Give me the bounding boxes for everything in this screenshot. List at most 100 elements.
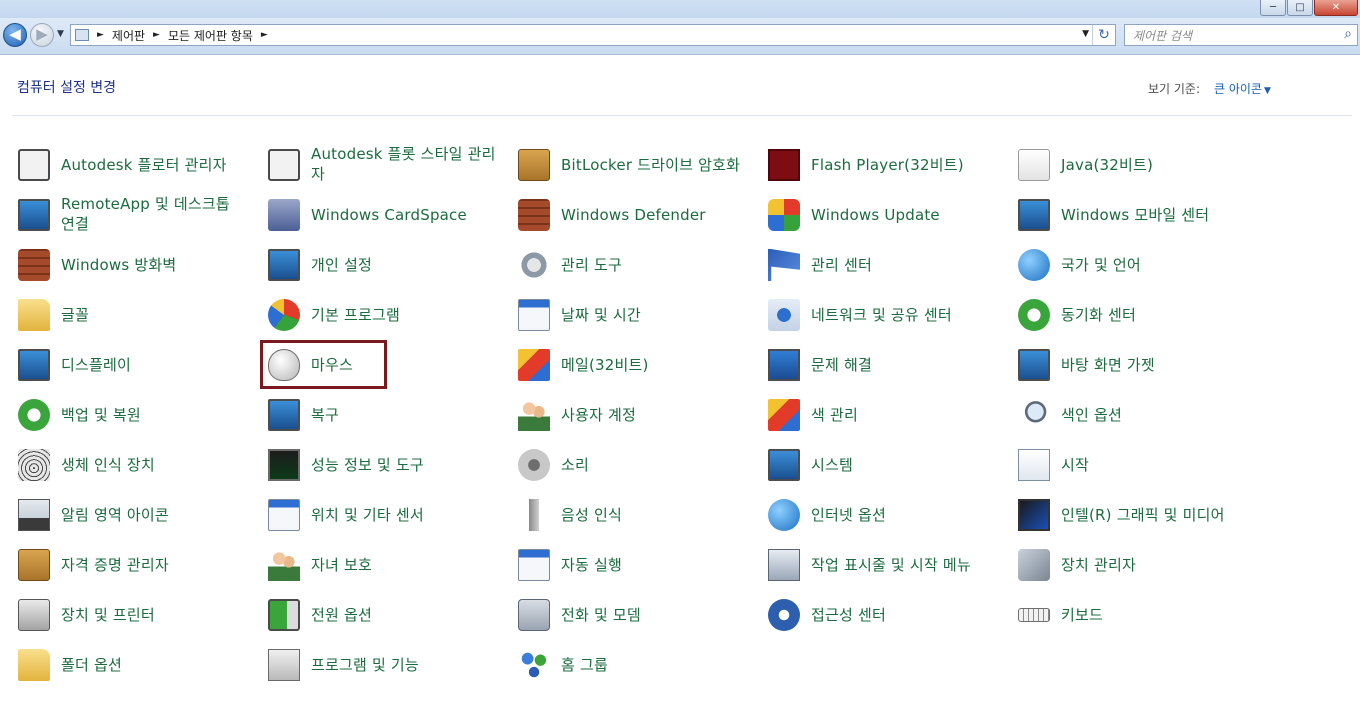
control-panel-item-label: 음성 인식 <box>561 506 622 524</box>
minimize-button[interactable]: ─ <box>1260 0 1286 16</box>
control-panel-item[interactable]: 복구 <box>264 390 504 440</box>
control-panel-item[interactable]: 자격 증명 관리자 <box>14 540 254 590</box>
control-panel-item-label: 바탕 화면 가젯 <box>1061 356 1155 374</box>
control-panel-item[interactable]: Autodesk 플롯 스타일 관리자 <box>264 140 504 190</box>
cardspace-icon <box>268 199 300 231</box>
control-panel-item[interactable]: 디스플레이 <box>14 340 254 390</box>
control-panel-item[interactable]: 문제 해결 <box>764 340 1004 390</box>
control-panel-item-label: 알림 영역 아이콘 <box>61 506 169 524</box>
control-panel-item[interactable]: 프로그램 및 기능 <box>264 640 504 690</box>
control-panel-item[interactable]: 바탕 화면 가젯 <box>1014 340 1254 390</box>
control-panel-item[interactable]: Windows Update <box>764 190 1004 240</box>
admin-tools-icon <box>518 249 550 281</box>
control-panel-item[interactable]: 동기화 센터 <box>1014 290 1254 340</box>
control-panel-item[interactable]: 백업 및 복원 <box>14 390 254 440</box>
control-panel-item[interactable]: 개인 설정 <box>264 240 504 290</box>
chevron-down-icon[interactable]: ▼ <box>1264 86 1271 96</box>
control-panel-item-label: BitLocker 드라이브 암호화 <box>561 156 741 174</box>
control-panel-item[interactable]: 메일(32비트) <box>514 340 754 390</box>
control-panel-item[interactable]: 관리 센터 <box>764 240 1004 290</box>
control-panel-item[interactable]: 자동 실행 <box>514 540 754 590</box>
control-panel-item[interactable]: 키보드 <box>1014 590 1254 640</box>
control-panel-item-label: Autodesk 플롯 스타일 관리자 <box>311 145 496 183</box>
view-by-dropdown[interactable]: 큰 아이콘 ▼ <box>1214 80 1271 97</box>
control-panel-item[interactable]: Windows CardSpace <box>264 190 504 240</box>
control-panel-item[interactable]: 인텔(R) 그래픽 및 미디어 <box>1014 490 1254 540</box>
control-panel-item[interactable]: 위치 및 기타 센서 <box>264 490 504 540</box>
control-panel-item[interactable]: 사용자 계정 <box>514 390 754 440</box>
forward-button[interactable]: ▶ <box>30 23 54 47</box>
breadcrumb-separator[interactable]: ► <box>97 30 104 40</box>
control-panel-item[interactable]: 전화 및 모뎀 <box>514 590 754 640</box>
control-panel-item[interactable]: Autodesk 플로터 관리자 <box>14 140 254 190</box>
fonts-folder-icon <box>18 299 50 331</box>
address-bar[interactable]: ► 제어판 ► 모든 제어판 항목 ► ▼ ↻ <box>70 24 1116 46</box>
control-panel-item[interactable]: BitLocker 드라이브 암호화 <box>514 140 754 190</box>
control-panel-item[interactable]: 자녀 보호 <box>264 540 504 590</box>
control-panel-item[interactable]: 색인 옵션 <box>1014 390 1254 440</box>
breadcrumb-control-panel[interactable]: 제어판 <box>112 27 145 44</box>
recent-pages-dropdown-icon[interactable]: ▼ <box>57 29 64 39</box>
control-panel-item-label: 개인 설정 <box>311 256 372 274</box>
mobility-center-icon <box>1018 199 1050 231</box>
control-panel-item-label: Java(32비트) <box>1061 156 1154 174</box>
printer-icon <box>18 149 50 181</box>
control-panel-item[interactable]: 접근성 센터 <box>764 590 1004 640</box>
close-button[interactable]: ✕ <box>1314 0 1358 16</box>
control-panel-item[interactable]: 날짜 및 시간 <box>514 290 754 340</box>
control-panel-item[interactable]: 장치 관리자 <box>1014 540 1254 590</box>
internet-options-icon <box>768 499 800 531</box>
display-icon <box>18 349 50 381</box>
refresh-icon[interactable]: ↻ <box>1092 25 1115 45</box>
control-panel-item[interactable]: 작업 표시줄 및 시작 메뉴 <box>764 540 1004 590</box>
control-panel-item[interactable]: 소리 <box>514 440 754 490</box>
control-panel-item[interactable]: 생체 인식 장치 <box>14 440 254 490</box>
search-input[interactable] <box>1131 26 1335 46</box>
view-by-value[interactable]: 큰 아이콘 <box>1214 82 1262 96</box>
control-panel-item[interactable]: Windows 모바일 센터 <box>1014 190 1254 240</box>
search-box[interactable]: ⌕ <box>1124 24 1358 46</box>
control-panel-item-label: 자녀 보호 <box>311 556 372 574</box>
back-button[interactable]: ◀ <box>3 23 27 47</box>
control-panel-item[interactable]: 마우스 <box>264 340 504 390</box>
control-panel-item[interactable]: Flash Player(32비트) <box>764 140 1004 190</box>
control-panel-item[interactable]: RemoteApp 및 데스크톱 연결 <box>14 190 254 240</box>
control-panel-item[interactable]: Windows 방화벽 <box>14 240 254 290</box>
control-panel-item[interactable]: 국가 및 언어 <box>1014 240 1254 290</box>
breadcrumb-separator[interactable]: ► <box>153 30 160 40</box>
control-panel-item[interactable]: 시스템 <box>764 440 1004 490</box>
control-panel-item[interactable]: 음성 인식 <box>514 490 754 540</box>
control-panel-icon <box>75 29 89 41</box>
navigation-bar: ◀ ▶ ▼ ► 제어판 ► 모든 제어판 항목 ► ▼ ↻ ⌕ <box>0 18 1360 55</box>
power-options-icon <box>268 599 300 631</box>
control-panel-item-label: 메일(32비트) <box>561 356 649 374</box>
control-panel-item[interactable]: 색 관리 <box>764 390 1004 440</box>
control-panel-item[interactable]: 폴더 옵션 <box>14 640 254 690</box>
control-panel-item[interactable]: Java(32비트) <box>1014 140 1254 190</box>
control-panel-item-label: 위치 및 기타 센서 <box>311 506 424 524</box>
search-icon[interactable]: ⌕ <box>1344 26 1352 42</box>
control-panel-item[interactable]: 장치 및 프린터 <box>14 590 254 640</box>
control-panel-item[interactable]: 글꼴 <box>14 290 254 340</box>
intel-graphics-icon <box>1018 499 1050 531</box>
control-panel-item[interactable]: 성능 정보 및 도구 <box>264 440 504 490</box>
parental-controls-icon <box>268 549 300 581</box>
control-panel-item[interactable]: 관리 도구 <box>514 240 754 290</box>
breadcrumb-separator[interactable]: ► <box>261 30 268 40</box>
sync-icon <box>1018 299 1050 331</box>
remoteapp-icon <box>18 199 50 231</box>
control-panel-item[interactable]: 홈 그룹 <box>514 640 754 690</box>
action-center-flag-icon <box>768 249 800 281</box>
control-panel-item[interactable]: 전원 옵션 <box>264 590 504 640</box>
control-panel-item[interactable]: Windows Defender <box>514 190 754 240</box>
header-divider <box>12 115 1352 116</box>
programs-features-icon <box>268 649 300 681</box>
maximize-button[interactable]: □ <box>1287 0 1313 16</box>
control-panel-item[interactable]: 네트워크 및 공유 센터 <box>764 290 1004 340</box>
control-panel-item[interactable]: 시작 <box>1014 440 1254 490</box>
control-panel-item[interactable]: 알림 영역 아이콘 <box>14 490 254 540</box>
control-panel-item[interactable]: 기본 프로그램 <box>264 290 504 340</box>
address-dropdown-icon[interactable]: ▼ <box>1082 29 1089 39</box>
breadcrumb-all-items[interactable]: 모든 제어판 항목 <box>168 27 253 44</box>
control-panel-item[interactable]: 인터넷 옵션 <box>764 490 1004 540</box>
